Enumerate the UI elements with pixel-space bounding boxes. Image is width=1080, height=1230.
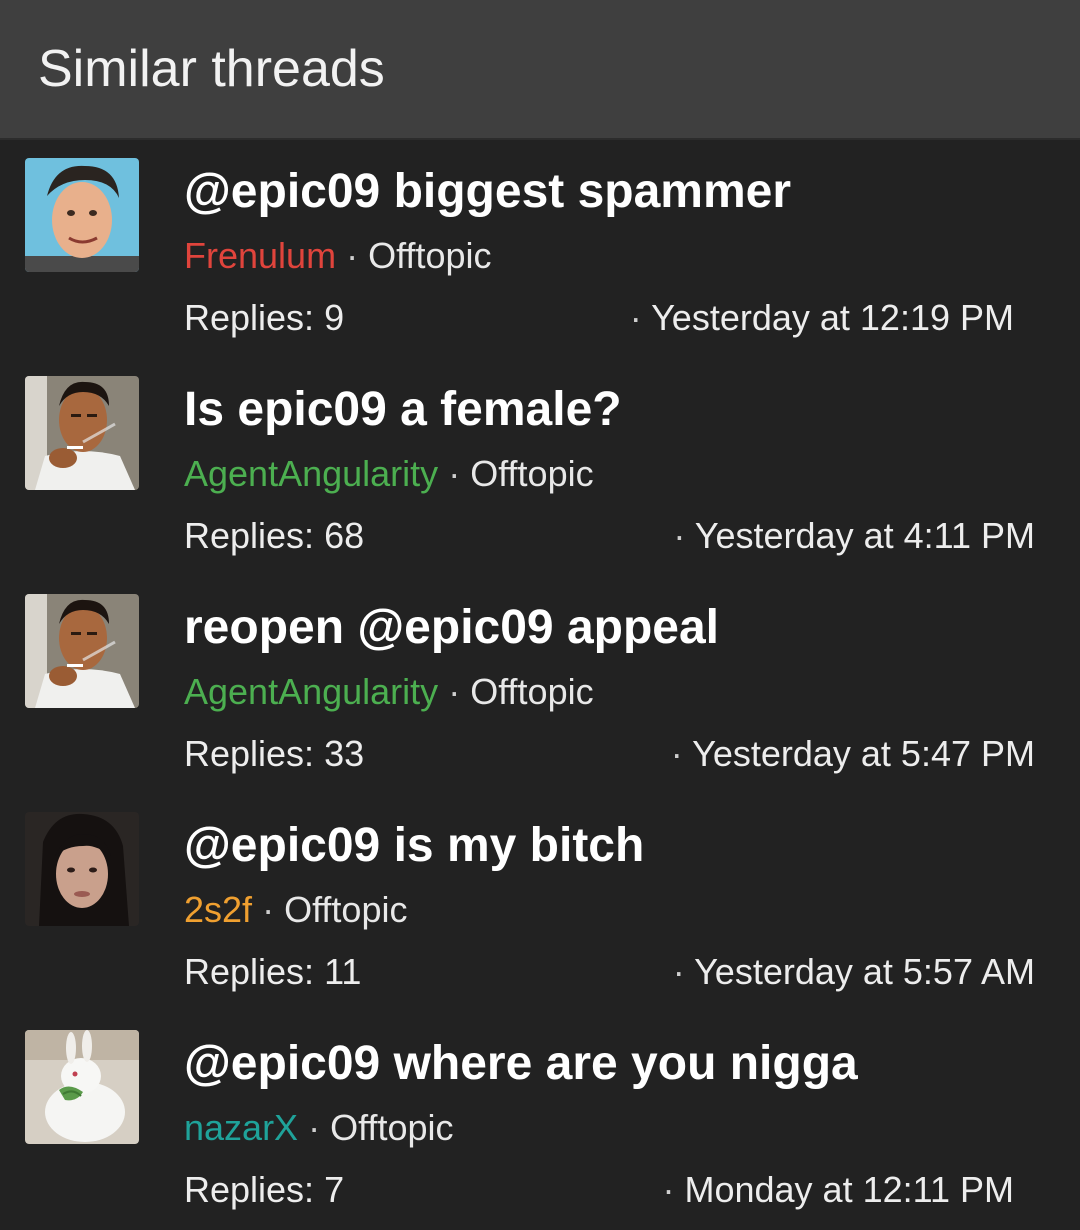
meta-separator: ·	[308, 1107, 321, 1148]
thread-forum-link[interactable]: Offtopic	[284, 889, 407, 930]
thread-title-link[interactable]: @epic09 where are you nigga	[184, 1036, 858, 1091]
thread-date-text: Yesterday at 5:47 PM	[692, 733, 1035, 774]
date-separator: ·	[629, 297, 642, 338]
thread-last-post-date[interactable]: · Monday at 12:11 PM	[662, 1169, 1014, 1211]
thread-replies-count: Replies: 68	[184, 515, 365, 556]
similar-threads-header: Similar threads	[0, 0, 1080, 140]
thread-item[interactable]: @epic09 is my bitch 2s2f · Offtopic Repl…	[0, 794, 1080, 1012]
thread-title-link[interactable]: Is epic09 a female?	[184, 382, 622, 437]
man-smoking-avatar-icon	[25, 376, 139, 490]
thread-forum-link[interactable]: Offtopic	[470, 453, 593, 494]
avatar[interactable]	[25, 376, 139, 490]
meta-separator: ·	[448, 671, 461, 712]
thread-item[interactable]: reopen @epic09 appeal AgentAngularity · …	[0, 576, 1080, 794]
date-separator: ·	[670, 733, 683, 774]
thread-date-text: Yesterday at 5:57 AM	[694, 951, 1035, 992]
thread-title-link[interactable]: @epic09 is my bitch	[184, 818, 644, 873]
thread-date-text: Yesterday at 4:11 PM	[694, 515, 1035, 556]
meta-separator: ·	[262, 889, 275, 930]
thread-title-link[interactable]: reopen @epic09 appeal	[184, 600, 719, 655]
thread-last-post-date[interactable]: · Yesterday at 5:57 AM	[673, 951, 1035, 993]
thread-title-link[interactable]: @epic09 biggest spammer	[184, 164, 791, 219]
date-separator: ·	[672, 951, 685, 992]
thread-forum-link[interactable]: Offtopic	[470, 671, 593, 712]
date-separator: ·	[662, 1169, 675, 1210]
thread-last-post-date[interactable]: · Yesterday at 5:47 PM	[671, 733, 1035, 775]
thread-date-text: Monday at 12:11 PM	[684, 1169, 1014, 1210]
thread-author-link[interactable]: AgentAngularity	[184, 453, 438, 494]
avatar[interactable]	[25, 812, 139, 926]
man-smoking-avatar-icon	[25, 594, 139, 708]
avatar[interactable]	[25, 594, 139, 708]
meta-separator: ·	[346, 235, 359, 276]
thread-date-text: Yesterday at 12:19 PM	[651, 297, 1014, 338]
thread-last-post-date[interactable]: · Yesterday at 12:19 PM	[630, 297, 1014, 339]
thread-replies-count: Replies: 11	[184, 951, 362, 992]
woman-portrait-avatar-icon	[25, 812, 139, 926]
thread-replies-count: Replies: 33	[184, 733, 365, 774]
thread-meta: Frenulum · Offtopic	[184, 235, 492, 277]
thread-meta: 2s2f · Offtopic	[184, 889, 407, 931]
thread-forum-link[interactable]: Offtopic	[368, 235, 491, 276]
date-separator: ·	[673, 515, 686, 556]
thread-replies-count: Replies: 9	[184, 297, 345, 338]
thread-item[interactable]: Is epic09 a female? AgentAngularity · Of…	[0, 358, 1080, 576]
white-rabbit-avatar-icon	[25, 1030, 139, 1144]
header-title: Similar threads	[38, 40, 385, 98]
meta-separator: ·	[448, 453, 461, 494]
thread-item[interactable]: @epic09 biggest spammer Frenulum · Offto…	[0, 140, 1080, 358]
thread-meta: AgentAngularity · Offtopic	[184, 671, 594, 713]
thread-author-link[interactable]: 2s2f	[184, 889, 252, 930]
thread-replies-count: Replies: 7	[184, 1169, 345, 1210]
thread-author-link[interactable]: nazarX	[184, 1107, 298, 1148]
thread-author-link[interactable]: AgentAngularity	[184, 671, 438, 712]
thread-last-post-date[interactable]: · Yesterday at 4:11 PM	[673, 515, 1035, 557]
thread-meta: nazarX · Offtopic	[184, 1107, 454, 1149]
man-portrait-avatar-icon	[25, 158, 139, 272]
thread-item[interactable]: @epic09 where are you nigga nazarX · Off…	[0, 1012, 1080, 1230]
avatar[interactable]	[25, 1030, 139, 1144]
thread-forum-link[interactable]: Offtopic	[330, 1107, 453, 1148]
thread-author-link[interactable]: Frenulum	[184, 235, 336, 276]
avatar[interactable]	[25, 158, 139, 272]
thread-meta: AgentAngularity · Offtopic	[184, 453, 594, 495]
